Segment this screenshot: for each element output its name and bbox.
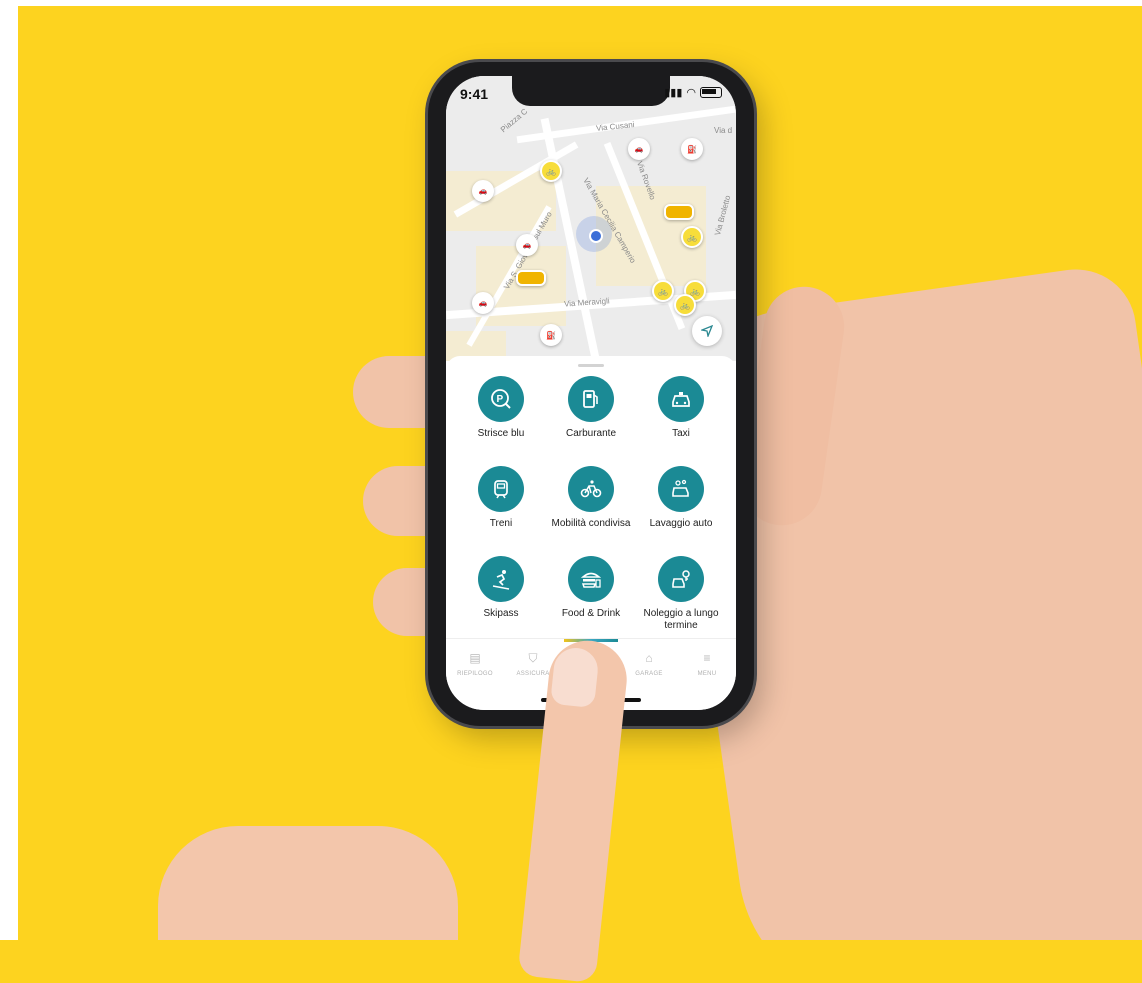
- signal-icon: ▮▮▮: [664, 87, 683, 99]
- car-sharing-pin[interactable]: 🚗: [516, 234, 538, 256]
- service-label: Strisce blu: [477, 428, 525, 439]
- car-wash-icon: [658, 466, 704, 512]
- car-icon: ⌂: [645, 651, 653, 665]
- sheet-drag-handle[interactable]: [578, 364, 604, 367]
- car-sharing-pin[interactable]: 🚗: [628, 138, 650, 160]
- status-time: 9:41: [460, 86, 489, 102]
- current-location-dot: [589, 229, 603, 243]
- services-sheet: P Strisce blu Carburante Taxi Treni Mobi…: [446, 356, 736, 656]
- service-skipass[interactable]: Skipass: [456, 556, 546, 632]
- service-label: Food & Drink: [561, 608, 621, 619]
- car-sharing-pin[interactable]: 🚗: [472, 180, 494, 202]
- tab-menu[interactable]: ≡ MENU: [678, 639, 736, 710]
- svg-text:P: P: [497, 394, 504, 405]
- battery-icon: [700, 87, 722, 98]
- bike-sharing-pin[interactable]: 🚲: [540, 160, 562, 182]
- skier-icon: [478, 556, 524, 602]
- taxi-icon: [658, 376, 704, 422]
- service-food-drink[interactable]: Food & Drink: [546, 556, 636, 632]
- tab-label: ASSICURA: [516, 671, 550, 677]
- wifi-icon: ◠: [686, 87, 696, 99]
- street-label: Via d: [714, 126, 733, 135]
- tab-riepilogo[interactable]: ▤ RIEPILOGO: [446, 639, 504, 710]
- parking-search-icon: P: [478, 376, 524, 422]
- train-icon: [478, 466, 524, 512]
- burger-drink-icon: [568, 556, 614, 602]
- service-label: Carburante: [565, 428, 617, 439]
- tab-label: GARAGE: [635, 671, 663, 677]
- service-lavaggio-auto[interactable]: Lavaggio auto: [636, 466, 726, 542]
- street-label: Piazza C: [498, 106, 530, 135]
- service-strisce-blu[interactable]: P Strisce blu: [456, 376, 546, 452]
- service-noleggio-lungo-termine[interactable]: Noleggio a lungo termine: [636, 556, 726, 632]
- fuel-station-pin[interactable]: ⛽: [540, 324, 562, 346]
- service-taxi[interactable]: Taxi: [636, 376, 726, 452]
- fuel-pump-icon: [568, 376, 614, 422]
- menu-icon: ≡: [703, 651, 711, 665]
- parking-pin[interactable]: [516, 270, 546, 286]
- car-rental-key-icon: [658, 556, 704, 602]
- bike-sharing-pin[interactable]: 🚲: [652, 280, 674, 302]
- service-label: Treni: [489, 518, 513, 529]
- service-label: Skipass: [483, 608, 519, 619]
- service-carburante[interactable]: Carburante: [546, 376, 636, 452]
- locate-me-button[interactable]: [692, 316, 722, 346]
- car-sharing-pin[interactable]: 🚗: [472, 292, 494, 314]
- phone-screen: 9:41 ▮▮▮ ◠ Piazza C Via Cusani Via d Via…: [446, 76, 736, 710]
- street-label: Via Cusani: [595, 120, 635, 133]
- service-treni[interactable]: Treni: [456, 466, 546, 542]
- notch: [512, 76, 670, 106]
- parking-pin[interactable]: [664, 204, 694, 220]
- service-mobilita-condivisa[interactable]: Mobilità condivisa: [546, 466, 636, 542]
- tab-label: MENU: [697, 671, 717, 677]
- page-frame: 9:41 ▮▮▮ ◠ Piazza C Via Cusani Via d Via…: [0, 0, 1142, 983]
- street-label: Via Broletto: [712, 194, 733, 237]
- services-grid: P Strisce blu Carburante Taxi Treni Mobi…: [456, 376, 726, 632]
- service-label: Taxi: [672, 428, 690, 439]
- left-hand: [158, 826, 458, 940]
- shared-bike-icon: [568, 466, 614, 512]
- tab-label: RIEPILOGO: [457, 671, 493, 677]
- map-view[interactable]: Piazza C Via Cusani Via d Via Rovello Vi…: [446, 76, 736, 361]
- service-label: Noleggio a lungo termine: [643, 608, 719, 631]
- status-icons: ▮▮▮ ◠: [664, 86, 722, 99]
- service-label: Mobilità condivisa: [551, 518, 631, 529]
- navigation-arrow-icon: [701, 325, 713, 337]
- summary-icon: ▤: [469, 651, 481, 665]
- bike-sharing-pin[interactable]: 🚲: [681, 226, 703, 248]
- bike-sharing-pin[interactable]: 🚲: [674, 294, 696, 316]
- shield-icon: ⛉: [528, 651, 538, 665]
- fuel-station-pin[interactable]: ⛽: [681, 138, 703, 160]
- service-label: Lavaggio auto: [649, 518, 713, 529]
